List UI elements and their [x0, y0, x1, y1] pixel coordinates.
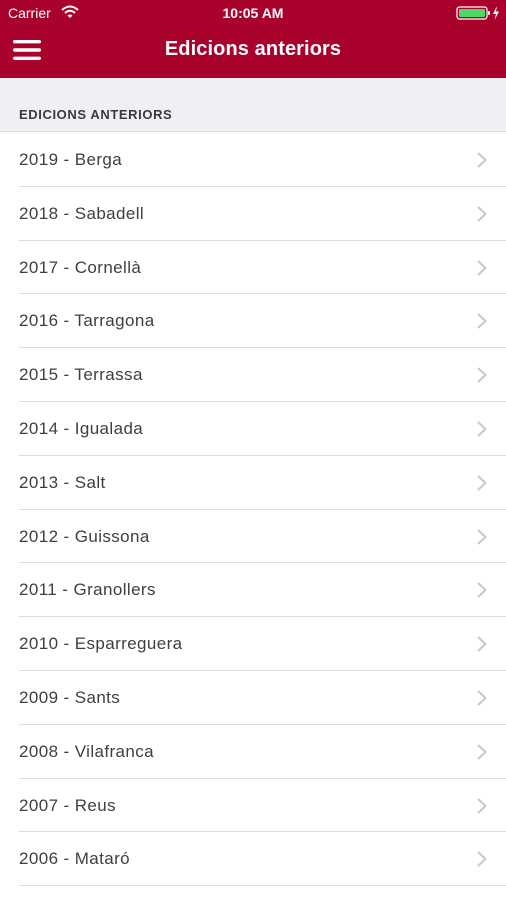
list-item[interactable]: 2014 - Igualada: [0, 402, 506, 456]
list-item[interactable]: 2006 - Mataró: [0, 832, 506, 886]
list-item[interactable]: 2016 - Tarragona: [0, 294, 506, 348]
chevron-right-icon: [477, 367, 487, 383]
chevron-right-icon: [477, 421, 487, 437]
list-item[interactable]: 2018 - Sabadell: [0, 187, 506, 241]
chevron-right-icon: [477, 690, 487, 706]
list-item-label: 2017 - Cornellà: [19, 257, 142, 277]
list-item[interactable]: 2010 - Esparreguera: [0, 617, 506, 671]
chevron-right-icon: [477, 636, 487, 652]
list-item[interactable]: 2007 - Reus: [0, 779, 506, 833]
list-item[interactable]: 2019 - Berga: [0, 133, 506, 187]
navigation-bar: Edicions anteriors: [0, 26, 506, 78]
list-item-label: 2011 - Granollers: [19, 580, 156, 600]
list-item[interactable]: 2009 - Sants: [0, 671, 506, 725]
list-item[interactable]: 2008 - Vilafranca: [0, 725, 506, 779]
status-time: 10:05 AM: [222, 5, 284, 21]
list-item-label: 2012 - Guissona: [19, 526, 150, 546]
chevron-right-icon: [477, 313, 487, 329]
list-item-label: 2013 - Salt: [19, 472, 106, 492]
list-item-label: 2015 - Terrassa: [19, 365, 143, 385]
list-item[interactable]: 2011 - Granollers: [0, 563, 506, 617]
chevron-right-icon: [477, 851, 487, 867]
status-bar: Carrier 10:05 AM: [0, 0, 506, 26]
section-header: EDICIONS ANTERIORS: [0, 78, 506, 132]
chevron-right-icon: [477, 529, 487, 545]
battery-icon: [456, 6, 499, 20]
list-item-label: 2007 - Reus: [19, 795, 117, 815]
app-screen: Carrier 10:05 AM Edicions anteriors EDIC…: [0, 0, 506, 900]
chevron-right-icon: [477, 744, 487, 760]
list-item[interactable]: 2017 - Cornellà: [0, 241, 506, 295]
chevron-right-icon: [477, 260, 487, 276]
chevron-right-icon: [477, 206, 487, 222]
chevron-right-icon: [477, 152, 487, 168]
list-item[interactable]: 2012 - Guissona: [0, 510, 506, 564]
list-item-label: 2010 - Esparreguera: [19, 634, 183, 654]
page-title: Edicions anteriors: [164, 38, 342, 60]
top-bar: Carrier 10:05 AM Edicions anteriors: [0, 0, 506, 78]
chevron-right-icon: [477, 582, 487, 598]
chevron-right-icon: [477, 475, 487, 491]
list-item[interactable]: 2015 - Terrassa: [0, 348, 506, 402]
list-item-label: 2008 - Vilafranca: [19, 741, 155, 761]
section-title: EDICIONS ANTERIORS: [19, 107, 173, 122]
list-item[interactable]: 2013 - Salt: [0, 456, 506, 510]
editions-list: 2019 - Berga 2018 - Sabadell 2017 - Cornel…: [0, 133, 506, 886]
list-item-label: 2006 - Mataró: [19, 849, 131, 869]
list-item-label: 2019 - Berga: [19, 150, 123, 169]
list-item-label: 2016 - Tarragona: [19, 311, 155, 331]
chevron-right-icon: [477, 798, 487, 814]
list-item-label: 2009 - Sants: [19, 687, 121, 707]
list-item-label: 2018 - Sabadell: [19, 203, 145, 223]
list-item-label: 2014 - Igualada: [19, 418, 144, 438]
